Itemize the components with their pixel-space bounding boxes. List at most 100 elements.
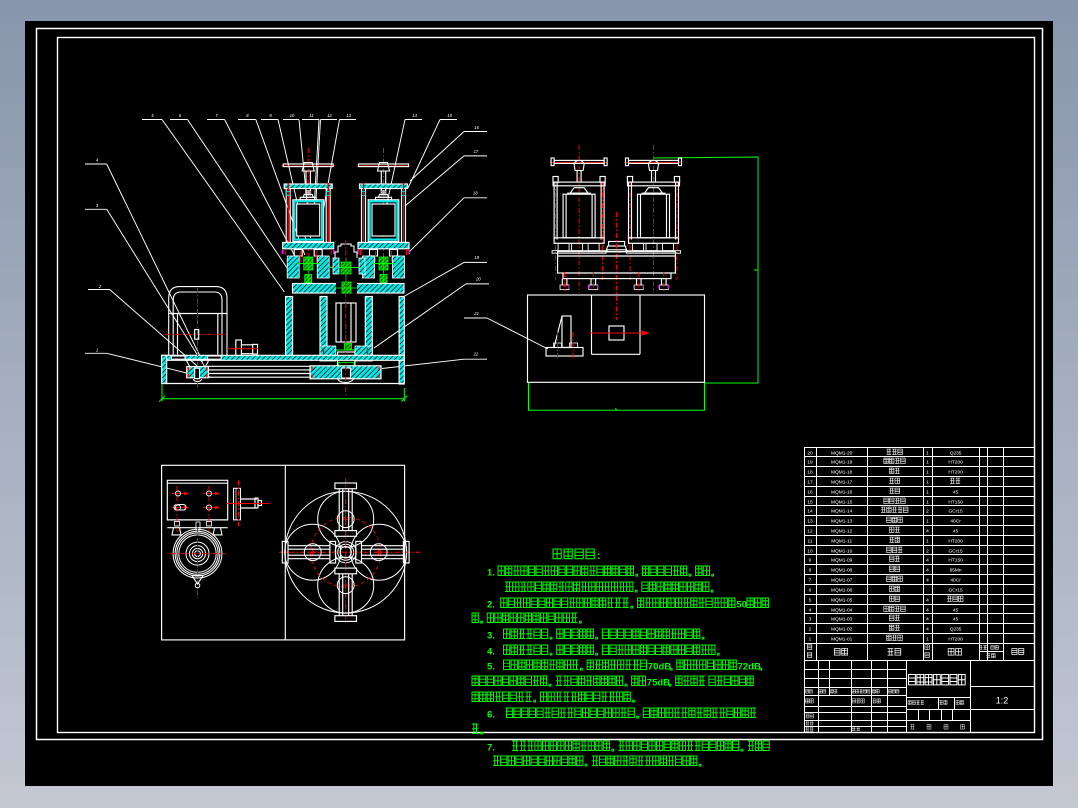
svg-text:4: 4 [926,529,929,535]
svg-text:1: 1 [926,637,929,643]
svg-text:1: 1 [926,480,929,486]
svg-text:17: 17 [807,480,813,486]
svg-text:19: 19 [474,255,479,260]
svg-text:HT150: HT150 [948,558,963,564]
svg-text:HT200: HT200 [948,460,963,466]
svg-text:HT200: HT200 [948,539,963,545]
svg-text:10: 10 [290,113,295,118]
svg-text:MQM1-13: MQM1-13 [831,519,853,525]
svg-text:15: 15 [807,500,813,506]
svg-text:10: 10 [807,549,813,555]
svg-text:40Cr: 40Cr [950,519,961,525]
svg-text:MQM1-05: MQM1-05 [831,598,853,604]
svg-text:11: 11 [309,113,313,118]
svg-text:MQM1-09: MQM1-09 [831,558,853,564]
svg-text:GCr15: GCr15 [949,549,963,555]
svg-text:7: 7 [809,578,812,584]
svg-text:MQM1-15: MQM1-15 [831,500,853,506]
svg-text:1: 1 [926,500,929,506]
svg-text:6: 6 [809,588,812,594]
svg-text:1:2: 1:2 [996,696,1009,706]
svg-text:16: 16 [474,125,479,130]
svg-text:MQM1-06: MQM1-06 [831,588,853,594]
svg-text:4: 4 [926,598,929,604]
svg-text:6.: 6. [487,710,495,721]
svg-text:1: 1 [96,348,98,353]
svg-text:6: 6 [179,113,182,118]
svg-text:72dB: 72dB [738,662,761,673]
svg-text:13: 13 [346,113,351,118]
svg-text:MQM1-18: MQM1-18 [831,470,853,476]
svg-text:45: 45 [953,529,959,535]
svg-text:MQM1-19: MQM1-19 [831,460,853,466]
svg-text:MQM1-20: MQM1-20 [831,451,853,457]
svg-text:40Cr: 40Cr [950,578,961,584]
svg-text:5: 5 [151,113,154,118]
svg-text:1: 1 [809,637,812,643]
svg-text:4: 4 [926,568,929,574]
svg-text:70dB: 70dB [648,662,671,673]
svg-text:1: 1 [926,539,929,545]
svg-text:MQM1-12: MQM1-12 [831,529,853,535]
svg-text:7.: 7. [487,743,495,754]
svg-text:4.: 4. [487,647,495,658]
svg-text:HT200: HT200 [948,470,963,476]
svg-text:50: 50 [736,600,747,611]
svg-text:11: 11 [808,539,813,545]
svg-text:GCr15: GCr15 [949,588,963,594]
svg-text:16: 16 [807,490,813,496]
svg-text:20: 20 [807,451,813,457]
svg-text:MQM1-02: MQM1-02 [831,627,853,633]
svg-text:HT200: HT200 [948,637,963,643]
svg-text:MQM1-03: MQM1-03 [831,617,853,623]
svg-text:MQM1-17: MQM1-17 [831,480,853,486]
svg-text:22: 22 [473,352,479,357]
svg-text:2: 2 [926,509,929,515]
svg-text:15: 15 [447,113,452,118]
svg-text:9: 9 [269,113,272,118]
svg-text:12: 12 [327,113,332,118]
svg-text:1.: 1. [487,568,495,579]
svg-text:18: 18 [807,470,813,476]
svg-text:MQM1-14: MQM1-14 [831,509,853,515]
svg-text:20: 20 [475,277,481,282]
svg-text:GCr15: GCr15 [949,509,963,515]
svg-text:4: 4 [926,617,929,623]
svg-text:14: 14 [807,509,813,515]
svg-text:1: 1 [926,519,929,525]
svg-text:1: 1 [926,460,929,466]
svg-text:8: 8 [809,568,812,574]
svg-text:MQM1-10: MQM1-10 [831,549,853,555]
svg-text:2: 2 [926,549,929,555]
svg-text:45: 45 [953,490,959,496]
svg-text:12: 12 [807,529,813,535]
svg-text:4: 4 [926,608,929,614]
svg-text:5.: 5. [487,662,495,673]
svg-text:1: 1 [926,490,929,496]
svg-text:4: 4 [926,578,929,584]
svg-text:4: 4 [926,558,929,564]
svg-text:MQM1-07: MQM1-07 [831,578,853,584]
svg-text:45: 45 [953,617,959,623]
svg-text:18: 18 [473,191,478,196]
svg-text:4: 4 [96,158,99,163]
svg-text:17: 17 [474,149,479,154]
svg-text:75dB: 75dB [647,678,670,689]
svg-text:Q235: Q235 [950,627,962,633]
svg-text:MQM1-16: MQM1-16 [831,490,853,496]
svg-text:65Mn: 65Mn [950,568,962,574]
svg-text:45: 45 [953,608,959,614]
svg-text:3: 3 [96,203,99,208]
svg-text:2: 2 [809,627,812,633]
svg-text:2: 2 [98,284,102,289]
svg-text:MQM1-04: MQM1-04 [831,608,853,614]
svg-text:13: 13 [807,519,813,525]
svg-text:3.: 3. [487,631,495,642]
svg-text:1: 1 [926,451,929,457]
svg-text:5: 5 [809,598,812,604]
svg-text:9: 9 [809,558,812,564]
svg-text:21: 21 [473,311,479,316]
svg-text:MQM1-01: MQM1-01 [831,637,853,643]
svg-text:3: 3 [809,617,812,623]
svg-text:2.: 2. [487,600,495,611]
